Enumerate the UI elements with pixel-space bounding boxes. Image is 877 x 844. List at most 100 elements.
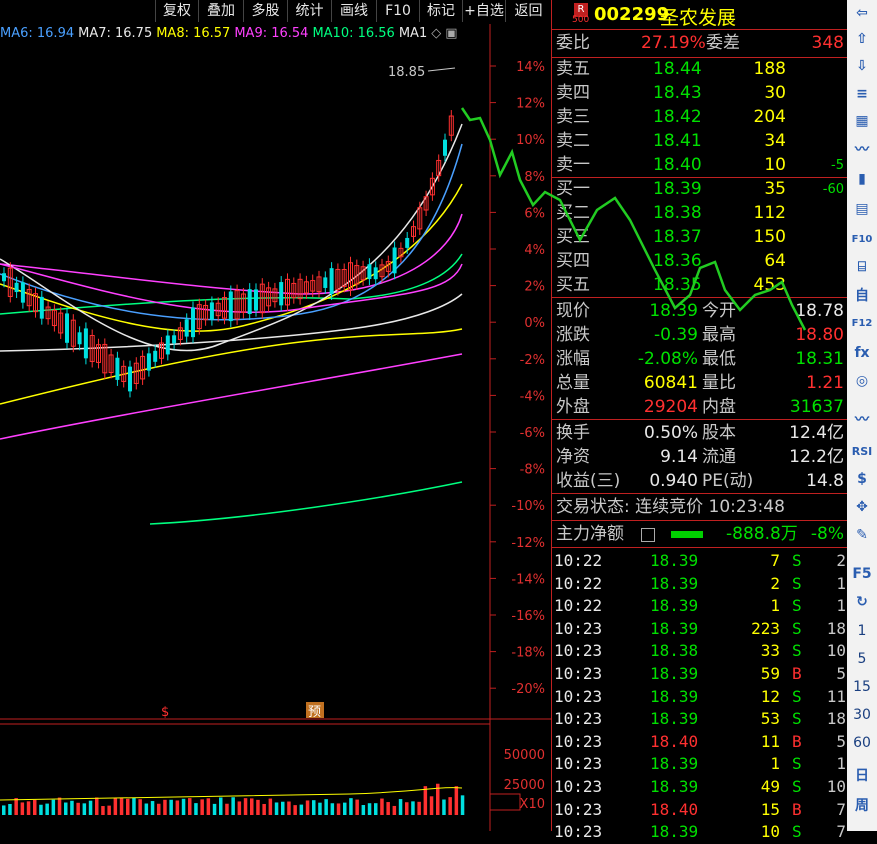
toolbar-btn-0[interactable]: 复权 bbox=[155, 0, 198, 22]
chart-toolbar: 复权 叠加 多股 统计 画线 F10 标记 +自选 返回 bbox=[0, 0, 551, 24]
side-tool-icon-19[interactable]: F5 bbox=[850, 563, 874, 585]
volume-bar bbox=[138, 799, 142, 815]
side-tool-icon-24[interactable]: 30 bbox=[850, 704, 874, 726]
tick-row: 10:23 18.38 33 S 10 bbox=[554, 641, 846, 661]
panel-toggle-icon[interactable]: ▣ bbox=[445, 26, 457, 41]
volume-bar bbox=[355, 799, 359, 815]
volume-bar bbox=[380, 798, 384, 815]
x10-box[interactable] bbox=[489, 793, 521, 811]
toolbar-btn-1[interactable]: 叠加 bbox=[198, 0, 243, 22]
toolbar-btn-5[interactable]: F10 bbox=[376, 0, 419, 22]
volume-bar bbox=[76, 802, 80, 815]
side-tool-icon-12[interactable]: fx bbox=[850, 342, 874, 364]
asks-row[interactable]: 卖四 18.43 30 bbox=[556, 82, 846, 105]
candle bbox=[146, 353, 151, 371]
side-tool-icon-4[interactable]: ▦ bbox=[850, 110, 874, 132]
pct-axis-label: -4% bbox=[520, 389, 545, 404]
volume-bar bbox=[188, 798, 192, 815]
side-tool-icon-2[interactable]: ⇩ bbox=[850, 55, 874, 77]
volume-bar bbox=[157, 803, 161, 815]
side-tool-icon-10[interactable]: 自 bbox=[850, 284, 874, 306]
asks-row[interactable]: 卖二 18.41 34 bbox=[556, 130, 846, 153]
side-tool-icon-3[interactable]: ≡ bbox=[850, 83, 874, 105]
toolbar-btn-7[interactable]: +自选 bbox=[462, 0, 505, 22]
asks-row[interactable]: 卖三 18.42 204 bbox=[556, 106, 846, 129]
ma-legend: MA6: 16.94 MA7: 16.75 MA8: 16.57 MA9: 16.54… bbox=[0, 26, 462, 44]
side-tool-icon-15[interactable]: RSI bbox=[850, 440, 874, 462]
volume-bar bbox=[194, 803, 198, 815]
side-tool-icon-27[interactable]: 周 bbox=[850, 794, 874, 816]
side-tool-icon-0[interactable]: ⇦ bbox=[850, 2, 874, 24]
side-tool-icon-26[interactable]: 日 bbox=[850, 764, 874, 786]
tick-row: 10:22 18.39 2 S 1 bbox=[554, 573, 846, 593]
tick-row: 10:23 18.40 15 B 7 bbox=[554, 799, 846, 819]
side-tool-icon-1[interactable]: ⇧ bbox=[850, 28, 874, 50]
side-tool-icon-22[interactable]: 5 bbox=[850, 648, 874, 670]
ma-legend-item: MA6: 16.94 bbox=[0, 26, 75, 41]
volume-bar bbox=[225, 803, 229, 815]
side-tool-icon-14[interactable]: 〰 bbox=[850, 408, 874, 430]
ma-legend-item: MA10: 16.56 bbox=[312, 26, 395, 41]
bids-row[interactable]: 买一 18.39 35 -60 bbox=[556, 178, 846, 201]
tick-row: 10:23 18.39 49 S 10 bbox=[554, 777, 846, 796]
volume-bar bbox=[88, 800, 93, 815]
side-tool-icon-13[interactable]: ◎ bbox=[850, 370, 874, 392]
candle bbox=[443, 139, 447, 156]
side-tool-icon-9[interactable]: ⌸ bbox=[850, 256, 874, 278]
volume-bar bbox=[219, 797, 223, 815]
bids-row[interactable]: 买二 18.38 112 bbox=[556, 202, 846, 225]
side-tool-icon-20[interactable]: ↻ bbox=[850, 591, 874, 613]
volume-bar bbox=[57, 797, 62, 815]
toolbar-btn-4[interactable]: 画线 bbox=[331, 0, 376, 22]
bids-row[interactable]: 买五 18.35 453 bbox=[556, 274, 846, 297]
diamond-icon[interactable]: ◇ bbox=[431, 26, 441, 41]
side-tool-icon-8[interactable]: F10 bbox=[850, 228, 874, 250]
pct-axis-label: 4% bbox=[524, 243, 545, 258]
volume-bar bbox=[343, 802, 347, 815]
side-tool-icon-18[interactable]: ✎ bbox=[850, 524, 874, 546]
candle bbox=[373, 267, 378, 280]
volume-bar bbox=[200, 799, 204, 815]
pct-axis-label: -2% bbox=[520, 353, 545, 368]
flow-bar bbox=[671, 531, 703, 538]
side-tool-icon-21[interactable]: 1 bbox=[850, 620, 874, 642]
side-tool-icon-25[interactable]: 60 bbox=[850, 732, 874, 754]
pct-axis-label: -18% bbox=[511, 646, 545, 661]
list-icon[interactable] bbox=[641, 528, 655, 542]
high-marker: 18.85 bbox=[388, 65, 425, 80]
quote-row: 外盘 29204 内盘 31637 bbox=[556, 397, 844, 417]
side-tool-icon-16[interactable]: $ bbox=[850, 468, 874, 490]
side-tool-icon-11[interactable]: F12 bbox=[850, 312, 874, 334]
kline-chart[interactable]: 14% 12% 10% 8% 6% 4% 2% 0% -2% -4% -6% -8% -10% -12% -… bbox=[0, 24, 551, 831]
tick-row: 10:22 18.39 1 S 1 bbox=[554, 596, 846, 616]
toolbar-btn-8[interactable]: 返回 bbox=[505, 0, 551, 22]
tick-row: 10:23 18.39 59 B 5 bbox=[554, 664, 846, 683]
asks-row[interactable]: 卖一 18.40 10 -5 bbox=[556, 154, 846, 177]
volume-bar bbox=[448, 797, 452, 815]
candle bbox=[209, 302, 214, 320]
toolbar-btn-6[interactable]: 标记 bbox=[419, 0, 462, 22]
volume-bar bbox=[243, 798, 248, 815]
side-tool-icon-23[interactable]: 15 bbox=[850, 676, 874, 698]
side-tool-icon-5[interactable]: 〰 bbox=[850, 138, 874, 160]
volume-axis-label: 25000 bbox=[504, 778, 545, 793]
candle bbox=[323, 277, 328, 288]
bids-row[interactable]: 买四 18.36 64 bbox=[556, 250, 846, 273]
ma-legend-item: MA9: 16.54 bbox=[234, 26, 309, 41]
side-tool-icon-6[interactable]: ▮ bbox=[850, 168, 874, 190]
volume-bar bbox=[107, 805, 111, 815]
candle bbox=[77, 332, 82, 345]
asks-row[interactable]: 卖五 18.44 188 bbox=[556, 58, 846, 81]
tick-row: 10:23 18.39 1 S 1 bbox=[554, 754, 846, 774]
volume-bar bbox=[2, 805, 6, 815]
toolbar-btn-3[interactable]: 统计 bbox=[287, 0, 331, 22]
side-tool-icon-7[interactable]: ▤ bbox=[850, 198, 874, 220]
volume-bar bbox=[274, 802, 279, 815]
yu-marker: 预 bbox=[308, 705, 321, 720]
volume-axis-label: 50000 bbox=[504, 748, 545, 763]
volume-bar bbox=[95, 797, 99, 815]
bids-row[interactable]: 买三 18.37 150 bbox=[556, 226, 846, 249]
side-tool-icon-17[interactable]: ✥ bbox=[850, 496, 874, 518]
toolbar-btn-2[interactable]: 多股 bbox=[243, 0, 287, 22]
volume-bar bbox=[33, 799, 37, 815]
